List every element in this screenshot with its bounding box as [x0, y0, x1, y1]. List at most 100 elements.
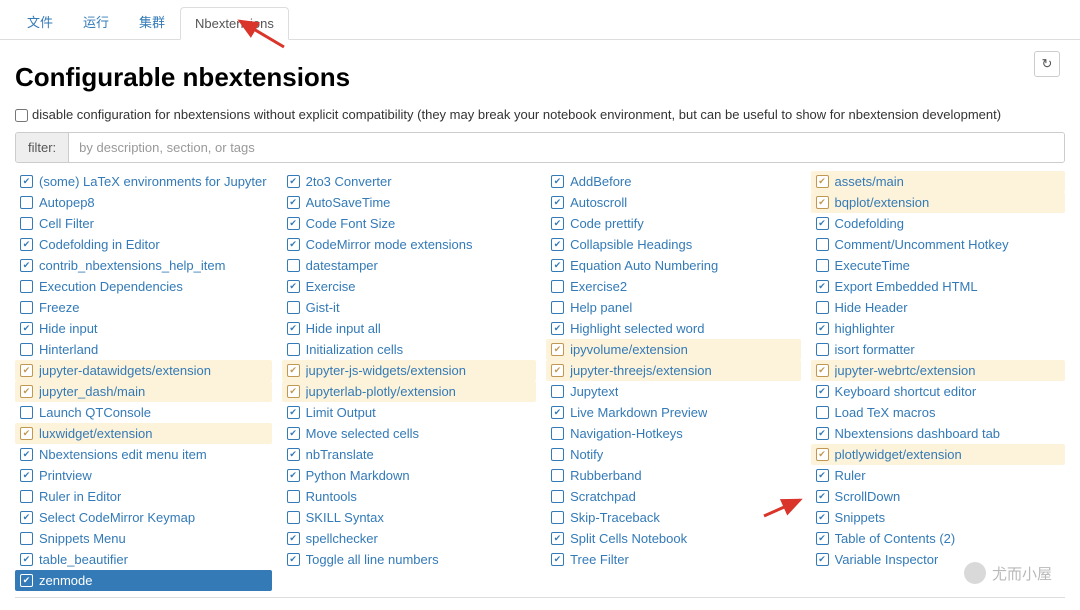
extension-item[interactable]: bqplot/extension [811, 192, 1065, 213]
extension-item[interactable]: Notify [546, 444, 800, 465]
extension-checkbox[interactable] [20, 490, 33, 503]
extension-checkbox[interactable] [816, 322, 829, 335]
extension-checkbox[interactable] [287, 280, 300, 293]
extension-checkbox[interactable] [287, 364, 300, 377]
extension-item[interactable]: Limit Output [282, 402, 536, 423]
extension-checkbox[interactable] [20, 238, 33, 251]
extension-item[interactable]: Split Cells Notebook [546, 528, 800, 549]
extension-checkbox[interactable] [551, 196, 564, 209]
extension-checkbox[interactable] [816, 427, 829, 440]
extension-checkbox[interactable] [20, 574, 33, 587]
extension-checkbox[interactable] [20, 280, 33, 293]
extension-item[interactable]: ipyvolume/extension [546, 339, 800, 360]
extension-item[interactable]: Launch QTConsole [15, 402, 272, 423]
extension-item[interactable]: Autopep8 [15, 192, 272, 213]
extension-checkbox[interactable] [816, 217, 829, 230]
extension-item[interactable]: table_beautifier [15, 549, 272, 570]
extension-checkbox[interactable] [20, 175, 33, 188]
extension-item[interactable]: Navigation-Hotkeys [546, 423, 800, 444]
extension-item[interactable]: Toggle all line numbers [282, 549, 536, 570]
extension-checkbox[interactable] [816, 385, 829, 398]
extension-item[interactable]: AddBefore [546, 171, 800, 192]
extension-checkbox[interactable] [287, 301, 300, 314]
extension-item[interactable]: Highlight selected word [546, 318, 800, 339]
extension-item[interactable]: Skip-Traceback [546, 507, 800, 528]
tab-clusters[interactable]: 集群 [124, 3, 180, 40]
disable-compat-checkbox[interactable] [15, 109, 28, 122]
extension-checkbox[interactable] [20, 427, 33, 440]
extension-checkbox[interactable] [287, 448, 300, 461]
tab-running[interactable]: 运行 [68, 3, 124, 40]
extension-checkbox[interactable] [816, 196, 829, 209]
filter-input[interactable] [69, 133, 1064, 162]
extension-item[interactable]: Freeze [15, 297, 272, 318]
extension-item[interactable]: Keyboard shortcut editor [811, 381, 1065, 402]
extension-item[interactable]: Exercise [282, 276, 536, 297]
extension-item[interactable]: Live Markdown Preview [546, 402, 800, 423]
extension-checkbox[interactable] [551, 175, 564, 188]
extension-item[interactable]: Hinterland [15, 339, 272, 360]
extension-checkbox[interactable] [816, 280, 829, 293]
extension-checkbox[interactable] [551, 532, 564, 545]
extension-checkbox[interactable] [287, 532, 300, 545]
extension-checkbox[interactable] [20, 322, 33, 335]
extension-item[interactable]: SKILL Syntax [282, 507, 536, 528]
extension-item[interactable]: Nbextensions edit menu item [15, 444, 272, 465]
extension-checkbox[interactable] [816, 301, 829, 314]
extension-checkbox[interactable] [287, 406, 300, 419]
extension-item[interactable]: CodeMirror mode extensions [282, 234, 536, 255]
extension-item[interactable]: jupyter-js-widgets/extension [282, 360, 536, 381]
extension-checkbox[interactable] [287, 343, 300, 356]
extension-item[interactable]: luxwidget/extension [15, 423, 272, 444]
extension-checkbox[interactable] [551, 280, 564, 293]
extension-checkbox[interactable] [551, 427, 564, 440]
extension-checkbox[interactable] [20, 217, 33, 230]
extension-item[interactable]: Gist-it [282, 297, 536, 318]
extension-item[interactable]: (some) LaTeX environments for Jupyter [15, 171, 272, 192]
extension-item[interactable]: nbTranslate [282, 444, 536, 465]
extension-checkbox[interactable] [551, 511, 564, 524]
extension-item[interactable]: Python Markdown [282, 465, 536, 486]
extension-item[interactable]: Codefolding in Editor [15, 234, 272, 255]
extension-checkbox[interactable] [20, 469, 33, 482]
extension-checkbox[interactable] [551, 238, 564, 251]
extension-item[interactable]: datestamper [282, 255, 536, 276]
extension-checkbox[interactable] [551, 259, 564, 272]
extension-checkbox[interactable] [287, 175, 300, 188]
extension-item[interactable]: assets/main [811, 171, 1065, 192]
extension-item[interactable]: Load TeX macros [811, 402, 1065, 423]
extension-item[interactable]: AutoSaveTime [282, 192, 536, 213]
extension-item[interactable]: isort formatter [811, 339, 1065, 360]
extension-checkbox[interactable] [816, 511, 829, 524]
extension-item[interactable]: zenmode [15, 570, 272, 591]
extension-checkbox[interactable] [551, 301, 564, 314]
extension-item[interactable]: jupyter-threejs/extension [546, 360, 800, 381]
extension-item[interactable]: Initialization cells [282, 339, 536, 360]
extension-checkbox[interactable] [551, 490, 564, 503]
extension-item[interactable]: Code Font Size [282, 213, 536, 234]
extension-item[interactable]: spellchecker [282, 528, 536, 549]
extension-checkbox[interactable] [816, 448, 829, 461]
extension-item[interactable]: Exercise2 [546, 276, 800, 297]
extension-item[interactable]: Printview [15, 465, 272, 486]
extension-checkbox[interactable] [551, 406, 564, 419]
extension-item[interactable]: Ruler in Editor [15, 486, 272, 507]
extension-checkbox[interactable] [816, 490, 829, 503]
extension-checkbox[interactable] [551, 217, 564, 230]
extension-item[interactable]: Cell Filter [15, 213, 272, 234]
extension-checkbox[interactable] [20, 259, 33, 272]
extension-checkbox[interactable] [287, 553, 300, 566]
extension-checkbox[interactable] [816, 238, 829, 251]
extension-checkbox[interactable] [20, 301, 33, 314]
extension-checkbox[interactable] [816, 343, 829, 356]
extension-checkbox[interactable] [551, 364, 564, 377]
extension-checkbox[interactable] [287, 259, 300, 272]
extension-item[interactable]: Table of Contents (2) [811, 528, 1065, 549]
extension-checkbox[interactable] [287, 511, 300, 524]
extension-item[interactable]: Hide input all [282, 318, 536, 339]
extension-item[interactable]: Codefolding [811, 213, 1065, 234]
extension-checkbox[interactable] [816, 406, 829, 419]
extension-checkbox[interactable] [551, 553, 564, 566]
extension-checkbox[interactable] [816, 175, 829, 188]
extension-item[interactable]: jupyter_dash/main [15, 381, 272, 402]
